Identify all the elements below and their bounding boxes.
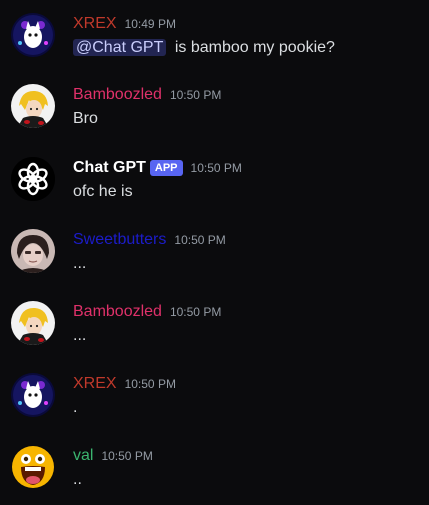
message-text: ...	[73, 327, 87, 344]
message-text: is bamboo my pookie?	[174, 39, 335, 56]
message-timestamp: 10:50 PM	[169, 305, 222, 319]
message-author[interactable]: XREX	[73, 13, 117, 35]
user-mention[interactable]: @Chat GPT	[73, 39, 167, 56]
xrex-avatar[interactable]	[11, 13, 55, 57]
message-text: ..	[73, 471, 82, 488]
message-item: XREX 10:49 PM @Chat GPT is bamboo my poo…	[0, 13, 429, 73]
message-text: Bro	[73, 110, 98, 127]
message-author[interactable]: Sweetbutters	[73, 229, 166, 251]
message-timestamp: 10:50 PM	[174, 233, 226, 247]
message-timestamp: 10:50 PM	[169, 88, 222, 102]
xrex-avatar[interactable]	[11, 373, 55, 417]
message-text: ofc he is	[73, 183, 133, 200]
message-item: Chat GPT APP 10:50 PM ofc he is	[0, 157, 429, 217]
bamboozled-avatar[interactable]	[11, 84, 55, 128]
message-author[interactable]: XREX	[73, 373, 117, 395]
message-timestamp: 10:50 PM	[124, 377, 176, 391]
sweetbutters-avatar[interactable]	[11, 229, 55, 273]
message-author[interactable]: Chat GPT	[73, 157, 146, 179]
chat-message-list: XREX 10:49 PM @Chat GPT is bamboo my poo…	[0, 0, 429, 498]
message-item: XREX 10:50 PM .	[0, 373, 429, 433]
message-item: Bamboozled 10:50 PM ...	[0, 301, 429, 361]
message-timestamp: 10:50 PM	[101, 449, 153, 463]
message-timestamp: 10:50 PM	[190, 161, 242, 175]
message-timestamp: 10:49 PM	[124, 17, 176, 31]
chatgpt-logo-avatar[interactable]	[11, 157, 55, 201]
message-item: Bamboozled 10:50 PM Bro	[0, 84, 429, 144]
app-badge: APP	[149, 160, 183, 176]
message-item: Sweetbutters 10:50 PM ...	[0, 229, 429, 289]
message-content: @Chat GPT is bamboo my pookie?	[73, 37, 335, 59]
message-item: val 10:50 PM ..	[0, 445, 429, 505]
val-emoji-avatar[interactable]	[11, 445, 55, 489]
message-text: .	[73, 399, 78, 416]
message-author[interactable]: Bamboozled	[73, 301, 162, 323]
message-author[interactable]: val	[73, 445, 93, 467]
bamboozled-avatar[interactable]	[11, 301, 55, 345]
message-text: ...	[73, 255, 87, 272]
message-author[interactable]: Bamboozled	[73, 84, 162, 106]
